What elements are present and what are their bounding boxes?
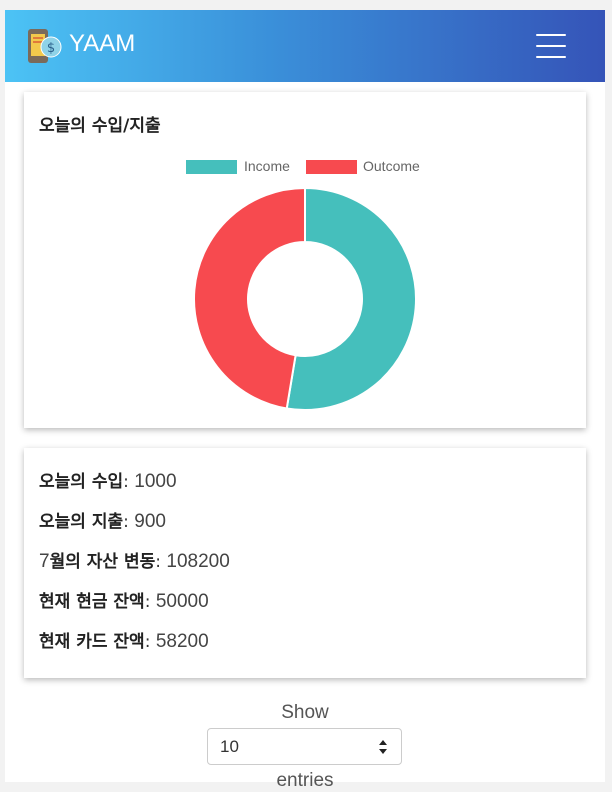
today-income-label: 오늘의 수입 bbox=[39, 472, 124, 492]
show-label: Show bbox=[281, 702, 329, 723]
entries-select-value: 10 bbox=[220, 737, 239, 756]
hamburger-line bbox=[536, 45, 566, 47]
today-income-value: 1000 bbox=[134, 471, 177, 492]
cash-balance-line: 현재 현금 잔액: 50000 bbox=[39, 591, 209, 612]
entries-label: entries bbox=[276, 770, 334, 791]
select-arrows-icon bbox=[379, 740, 387, 754]
card-balance-value: 58200 bbox=[155, 631, 209, 652]
summary-card: 오늘의 수입: 1000 오늘의 지출: 900 7월의 자산 변동: 1082… bbox=[24, 448, 586, 678]
card-balance-line: 현재 카드 잔액: 58200 bbox=[39, 631, 209, 652]
today-income-line: 오늘의 수입: 1000 bbox=[39, 471, 177, 492]
entries-select[interactable]: 10 bbox=[207, 728, 402, 765]
legend-label-income: Income bbox=[244, 158, 290, 174]
card-balance-label: 현재 카드 잔액 bbox=[39, 632, 145, 652]
doughnut-slice-outcome[interactable] bbox=[193, 186, 306, 410]
monthly-change-line: 7월의 자산 변동: 108200 bbox=[39, 551, 230, 572]
today-outcome-value: 900 bbox=[134, 511, 166, 532]
monthly-change-label: 월의 자산 변동 bbox=[49, 552, 156, 572]
income-outcome-doughnut-chart bbox=[193, 186, 417, 411]
today-outcome-label: 오늘의 지출 bbox=[39, 512, 124, 532]
navbar: $ YAAM bbox=[5, 10, 605, 82]
legend-label-outcome: Outcome bbox=[363, 158, 420, 174]
cash-balance-value: 50000 bbox=[155, 591, 209, 612]
doughnut-slice-income[interactable] bbox=[285, 186, 417, 411]
today-outcome-line: 오늘의 지출: 900 bbox=[39, 511, 166, 532]
monthly-change-value: 108200 bbox=[166, 551, 230, 572]
monthly-change-month: 7 bbox=[39, 551, 50, 572]
cash-balance-label: 현재 현금 잔액 bbox=[39, 592, 145, 612]
chart-card-title: 오늘의 수입/지출 bbox=[39, 116, 161, 136]
phone-money-icon: $ bbox=[28, 29, 62, 63]
svg-text:$: $ bbox=[47, 41, 55, 56]
main-content: 오늘의 수입/지출 Income Outcome 오늘의 수입: 1000 오늘… bbox=[5, 82, 605, 791]
hamburger-icon bbox=[536, 34, 566, 36]
legend-swatch-income bbox=[186, 160, 237, 174]
hamburger-line bbox=[536, 56, 566, 58]
today-chart-card: 오늘의 수입/지출 Income Outcome bbox=[24, 92, 586, 428]
legend-swatch-outcome bbox=[306, 160, 357, 174]
hamburger-menu-button[interactable] bbox=[534, 34, 568, 58]
brand-title[interactable]: YAAM bbox=[69, 30, 135, 58]
